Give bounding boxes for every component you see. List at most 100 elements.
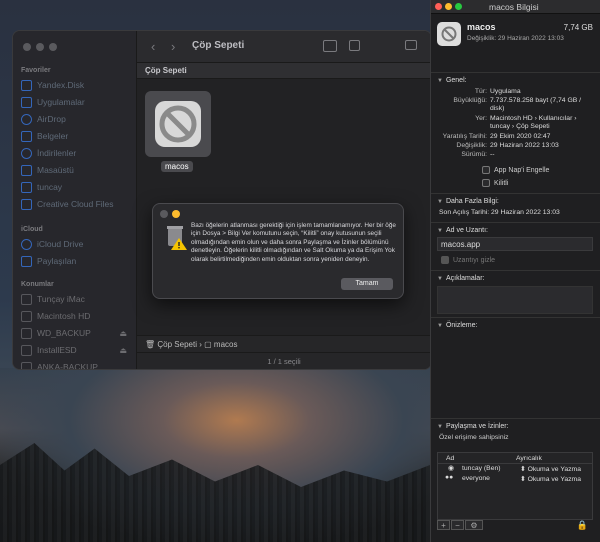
- trash-warning-icon: [167, 226, 187, 250]
- sidebar-header-locations: Konumlar: [21, 281, 54, 288]
- chevron-down-icon: ▼: [437, 199, 443, 205]
- file-item-label[interactable]: macos: [161, 161, 193, 172]
- permissions-table: Ad Ayrıcalık ◉ tuncay (Ben) ⬍ Okuma ve Ya…: [437, 452, 593, 520]
- info-titlebar: macos Bilgisi: [431, 0, 600, 14]
- sidebar-item-icloud-drive[interactable]: iCloud Drive: [21, 236, 133, 252]
- disk-icon: [21, 327, 32, 339]
- sidebar-item-creative-cloud[interactable]: Creative Cloud Files: [21, 196, 133, 212]
- grid-view-icon[interactable]: [349, 40, 360, 51]
- sidebar-item-installesd[interactable]: InstallESD ⏏: [21, 342, 133, 358]
- document-icon: [21, 130, 32, 142]
- sidebar-item-macintosh-hd[interactable]: Macintosh HD: [21, 308, 133, 324]
- remove-icon[interactable]: −: [451, 520, 464, 530]
- status-bar: 1 / 1 seçili: [137, 352, 431, 369]
- permissions-header: Ad Ayrıcalık: [438, 453, 592, 464]
- close-button[interactable]: [23, 43, 31, 51]
- ok-button[interactable]: Tamam: [341, 278, 393, 290]
- sidebar-item-anka-backup[interactable]: ANKA-BACKUP: [21, 359, 133, 369]
- info-header: macos 7,74 GB Değişiklik: 29 Haziran 202…: [437, 20, 597, 60]
- action-menu-icon[interactable]: ⚙: [465, 520, 483, 530]
- app-small-icon: ▢: [204, 340, 212, 349]
- shared-folder-icon: [21, 255, 32, 267]
- minimize-button[interactable]: [36, 43, 44, 51]
- pathbar-trash[interactable]: Çöp Sepeti: [157, 340, 197, 349]
- eject-icon[interactable]: ⏏: [119, 346, 127, 355]
- trash-icon: 🗑: [145, 340, 156, 349]
- section-general[interactable]: ▼ Genel:: [431, 72, 600, 88]
- group-users-icon: ●●: [445, 474, 454, 481]
- download-icon: [21, 147, 32, 159]
- locked-checkbox[interactable]: Kilitli: [482, 179, 508, 187]
- finder-sidebar: Favoriler Yandex.Disk Uygulamalar AirDro…: [13, 31, 137, 369]
- table-row[interactable]: ●● everyone ⬍ Okuma ve Yazma: [438, 474, 592, 484]
- pathbar-file[interactable]: macos: [214, 340, 238, 349]
- lock-icon[interactable]: 🔒: [577, 520, 588, 531]
- chevron-updown-icon: ⬍: [520, 476, 526, 483]
- sidebar-item-documents[interactable]: Belgeler: [21, 128, 133, 144]
- sidebar-item-downloads[interactable]: İndirilenler: [21, 145, 133, 161]
- alert-minimize-button[interactable]: [172, 210, 180, 218]
- info-minimize-button[interactable]: [445, 3, 452, 10]
- info-size: 7,74 GB: [563, 23, 593, 32]
- window-controls: [23, 43, 62, 53]
- finder-window: Favoriler Yandex.Disk Uygulamalar AirDro…: [12, 30, 432, 370]
- checkbox-box: [482, 179, 490, 187]
- zoom-button[interactable]: [49, 43, 57, 51]
- computer-icon: [21, 293, 32, 305]
- info-zoom-button[interactable]: [455, 3, 462, 10]
- table-row[interactable]: ◉ tuncay (Ben) ⬍ Okuma ve Yazma: [438, 464, 592, 474]
- sidebar-item-desktop[interactable]: Masaüstü: [21, 162, 133, 178]
- info-window-controls: [435, 3, 465, 12]
- folder-icon: [21, 198, 32, 210]
- section-sharing[interactable]: ▼ Paylaşma ve İzinler:: [431, 418, 600, 434]
- section-comments[interactable]: ▼ Açıklamalar:: [431, 270, 600, 286]
- sidebar-item-home[interactable]: tuncay: [21, 179, 133, 195]
- sidebar-header-icloud: iCloud: [21, 226, 43, 233]
- comments-textarea[interactable]: [437, 286, 593, 314]
- sidebar-item-imac[interactable]: Tunçay iMac: [21, 291, 133, 307]
- finder-toolbar: ‹ › Çöp Sepeti: [137, 31, 431, 63]
- home-icon: [21, 181, 32, 193]
- chevron-down-icon: ▼: [437, 276, 443, 282]
- user-icon: ◉: [448, 465, 454, 472]
- info-close-button[interactable]: [435, 3, 442, 10]
- sidebar-item-shared[interactable]: Paylaşılan: [21, 253, 133, 269]
- info-window-title: macos Bilgisi: [489, 2, 539, 12]
- sidebar-item-airdrop[interactable]: AirDrop: [21, 111, 133, 127]
- sidebar-item-yandex-disk[interactable]: Yandex.Disk: [21, 77, 133, 93]
- checkbox-box: [441, 256, 449, 264]
- group-icon[interactable]: [405, 40, 417, 50]
- forward-icon[interactable]: ›: [171, 39, 175, 54]
- section-preview[interactable]: ▼ Önizleme:: [431, 317, 600, 333]
- add-icon[interactable]: +: [437, 520, 450, 530]
- airdrop-icon: [21, 113, 32, 125]
- eject-icon[interactable]: ⏏: [119, 329, 127, 338]
- section-more-info[interactable]: ▼ Daha Fazla Bilgi:: [431, 193, 600, 209]
- appnap-checkbox[interactable]: App Nap'i Engelle: [482, 166, 549, 174]
- chevron-down-icon: ▼: [437, 323, 443, 329]
- new-folder-icon[interactable]: [323, 40, 337, 52]
- disk-icon: [21, 344, 32, 356]
- apps-icon: [21, 96, 32, 108]
- alert-close-button[interactable]: [160, 210, 168, 218]
- chevron-down-icon: ▼: [437, 78, 443, 84]
- prohibited-app-icon: [155, 101, 201, 147]
- permissions-toolbar: + − ⚙: [437, 520, 593, 532]
- sidebar-item-wd-backup[interactable]: WD_BACKUP ⏏: [21, 325, 133, 341]
- alert-window-controls: [160, 210, 184, 220]
- path-bar: 🗑 Çöp Sepeti › ▢ macos: [137, 335, 431, 352]
- file-item[interactable]: [145, 91, 211, 157]
- sidebar-item-applications[interactable]: Uygulamalar: [21, 94, 133, 110]
- pathbar-separator: ›: [199, 340, 202, 349]
- hide-extension-checkbox[interactable]: Uzantıyı gizle: [441, 256, 495, 264]
- wallpaper-trees: [0, 443, 430, 542]
- path-header: Çöp Sepeti: [137, 63, 431, 79]
- back-icon[interactable]: ‹: [151, 39, 155, 54]
- chevron-updown-icon: ⬍: [520, 466, 526, 473]
- chevron-down-icon: ▼: [437, 228, 443, 234]
- desktop-icon: [21, 164, 32, 176]
- disk-icon: [21, 361, 32, 369]
- section-name-extension[interactable]: ▼ Ad ve Uzantı:: [431, 222, 600, 238]
- disk-icon: [21, 310, 32, 322]
- name-field[interactable]: macos.app: [437, 237, 593, 251]
